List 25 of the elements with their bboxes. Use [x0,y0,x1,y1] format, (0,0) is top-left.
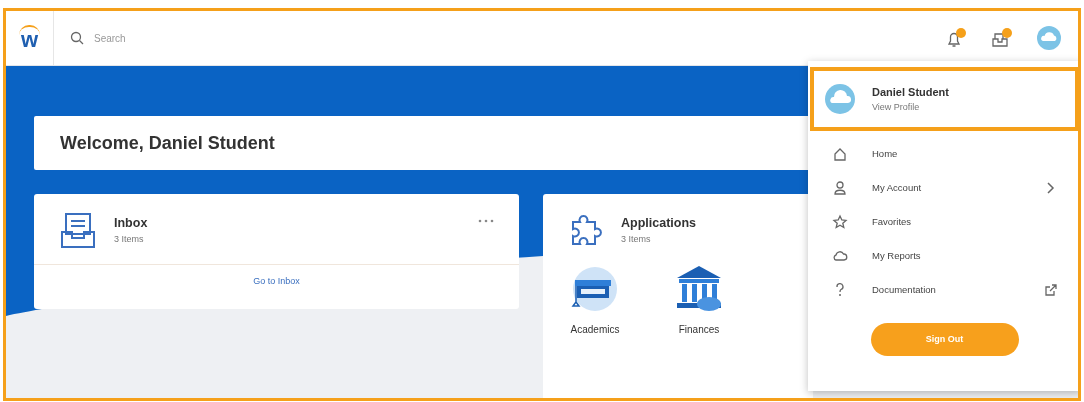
item-count: 3 Items [114,232,145,246]
home-icon [832,146,848,162]
item-count: 3 Items [621,232,652,246]
logo[interactable]: w [18,25,41,51]
menu-item[interactable]: My Account [808,171,1078,205]
view-profile-link[interactable]: View Profile [872,100,949,114]
menu-item[interactable]: My Reports [808,239,1078,273]
menu-item[interactable]: Favorites [808,205,1078,239]
app-label: Academics [570,323,620,337]
inbox-icon[interactable] [990,27,1012,49]
person-icon [832,180,848,196]
menu-item[interactable]: Documentation [808,273,1078,307]
app-label: Finances [678,323,720,337]
profile-header[interactable]: Daniel Student View Profile [810,67,1078,131]
search-icon [70,31,84,45]
card-title: Inbox [114,215,149,232]
user-name: Daniel Student [872,85,949,100]
cloud-icon [832,248,848,264]
search-field[interactable]: Search [92,29,292,47]
avatar-icon [824,83,856,115]
inbox-tray-icon [58,210,98,250]
card-title: Applications [621,215,697,232]
go-to-inbox-link[interactable]: Go to Inbox [253,274,300,289]
more-options-icon[interactable] [477,218,495,224]
star-icon [832,214,848,230]
